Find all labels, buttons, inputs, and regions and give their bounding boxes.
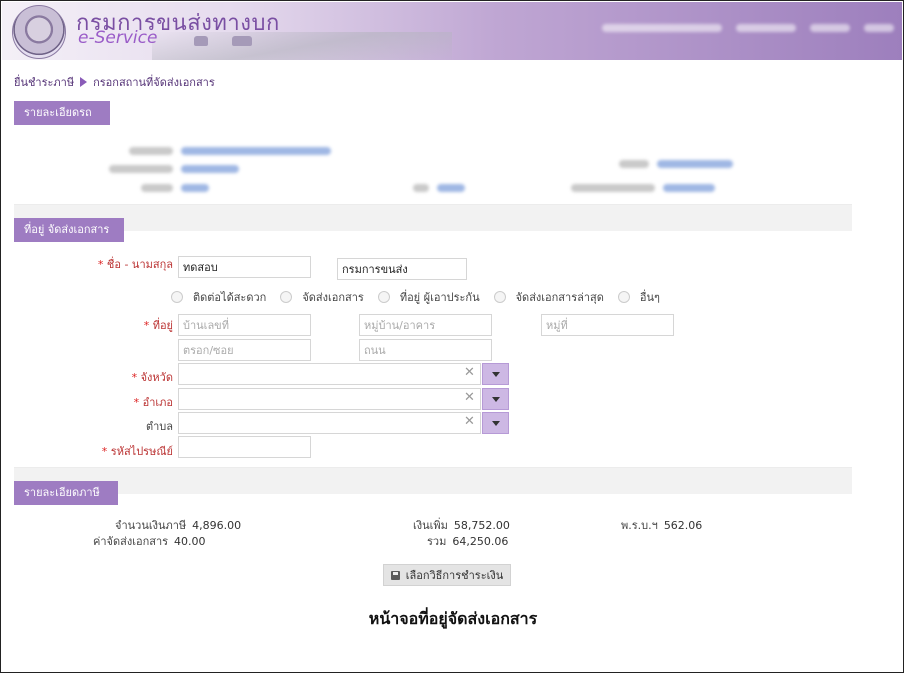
first-name-input[interactable] bbox=[178, 256, 311, 278]
site-header: กรมการขนส่งทางบก e-Service bbox=[2, 2, 902, 60]
dlt-logo[interactable] bbox=[12, 5, 66, 59]
tax-details-band bbox=[14, 467, 852, 494]
province-select[interactable]: ✕ bbox=[178, 363, 509, 385]
address-option-delivery[interactable]: จัดส่งเอกสาร bbox=[280, 288, 364, 306]
act-insurance-label: พ.ร.บ.ฯ bbox=[621, 519, 658, 532]
district-field[interactable] bbox=[178, 388, 481, 410]
address-option-other[interactable]: อื่นๆ bbox=[617, 288, 660, 306]
breadcrumb-pay-tax[interactable]: ยื่นชำระภาษี bbox=[14, 73, 74, 91]
subdistrict-select[interactable]: ✕ bbox=[178, 412, 509, 434]
act-insurance-value: 562.06 bbox=[663, 519, 703, 532]
district-label: * อำเภอ bbox=[133, 396, 173, 409]
postcode-label: * รหัสไปรษณีย์ bbox=[101, 445, 173, 458]
subdistrict-label: ตำบล bbox=[145, 420, 173, 433]
address-type-options: ติดต่อได้สะดวก จัดส่งเอกสาร ที่อยู่ ผู้เ… bbox=[171, 288, 674, 306]
figure-caption: หน้าจอที่อยู่จัดส่งเอกสาร bbox=[368, 609, 538, 628]
surcharge-label: เงินเพิ่ม bbox=[413, 519, 448, 532]
province-field[interactable] bbox=[178, 363, 481, 385]
screenshot-frame: กรมการขนส่งทางบก e-Service ยื่นชำระภาษี … bbox=[0, 0, 904, 673]
delivery-address-header: ที่อยู่ จัดส่งเอกสาร bbox=[14, 218, 124, 242]
subdistrict-dropdown-icon[interactable] bbox=[482, 412, 509, 434]
province-label: * จังหวัด bbox=[131, 371, 173, 384]
breadcrumb: ยื่นชำระภาษี กรอกสถานที่จัดส่งเอกสาร bbox=[14, 73, 215, 91]
district-select[interactable]: ✕ bbox=[178, 388, 509, 410]
delivery-fee-row: ค่าจัดส่งเอกสาร 40.00 bbox=[93, 532, 206, 550]
delivery-address-band bbox=[14, 204, 852, 231]
district-clear-icon[interactable]: ✕ bbox=[464, 391, 475, 405]
delivery-fee-value: 40.00 bbox=[174, 535, 206, 548]
moo-input[interactable] bbox=[541, 314, 674, 336]
subdistrict-clear-icon[interactable]: ✕ bbox=[464, 415, 475, 429]
road-input[interactable] bbox=[359, 339, 492, 361]
car-icon bbox=[194, 36, 208, 46]
total-value: 64,250.06 bbox=[452, 535, 509, 548]
last-name-input[interactable] bbox=[337, 258, 467, 280]
tax-details-header: รายละเอียดภาษี bbox=[14, 481, 118, 505]
province-dropdown-icon[interactable] bbox=[482, 363, 509, 385]
tax-amount-label: จำนวนเงินภาษี bbox=[115, 519, 187, 532]
breadcrumb-arrow-icon bbox=[80, 77, 88, 87]
save-icon bbox=[390, 570, 400, 580]
address-label: * ที่อยู่ bbox=[143, 319, 173, 332]
house-number-input[interactable] bbox=[178, 314, 311, 336]
vehicle-details-header: รายละเอียดรถ bbox=[14, 101, 110, 125]
address-option-latest[interactable]: จัดส่งเอกสารล่าสุด bbox=[493, 288, 604, 306]
bus-icon bbox=[232, 36, 252, 46]
subdistrict-field[interactable] bbox=[178, 412, 481, 434]
tax-amount-value: 4,896.00 bbox=[192, 519, 242, 532]
soi-input[interactable] bbox=[178, 339, 311, 361]
select-payment-label: เลือกวิธีการชำระเงิน bbox=[405, 569, 504, 582]
header-user-links[interactable] bbox=[602, 24, 894, 32]
act-insurance-row: พ.ร.บ.ฯ 562.06 bbox=[621, 516, 702, 534]
name-label: * ชื่อ - นามสกุล bbox=[97, 258, 173, 271]
province-clear-icon[interactable]: ✕ bbox=[464, 366, 475, 380]
select-payment-button[interactable]: เลือกวิธีการชำระเงิน bbox=[383, 564, 511, 586]
delivery-fee-label: ค่าจัดส่งเอกสาร bbox=[93, 535, 169, 548]
address-option-insured[interactable]: ที่อยู่ ผู้เอาประกัน bbox=[377, 288, 480, 306]
village-input[interactable] bbox=[359, 314, 492, 336]
surcharge-value: 58,752.00 bbox=[453, 519, 510, 532]
postcode-input[interactable] bbox=[178, 436, 311, 458]
total-label: รวม bbox=[427, 535, 447, 548]
brand-title-en: e-Service bbox=[78, 28, 158, 48]
total-row: รวม 64,250.06 bbox=[427, 532, 508, 550]
address-option-convenient[interactable]: ติดต่อได้สะดวก bbox=[171, 288, 266, 306]
district-dropdown-icon[interactable] bbox=[482, 388, 509, 410]
breadcrumb-delivery-address: กรอกสถานที่จัดส่งเอกสาร bbox=[93, 76, 215, 89]
